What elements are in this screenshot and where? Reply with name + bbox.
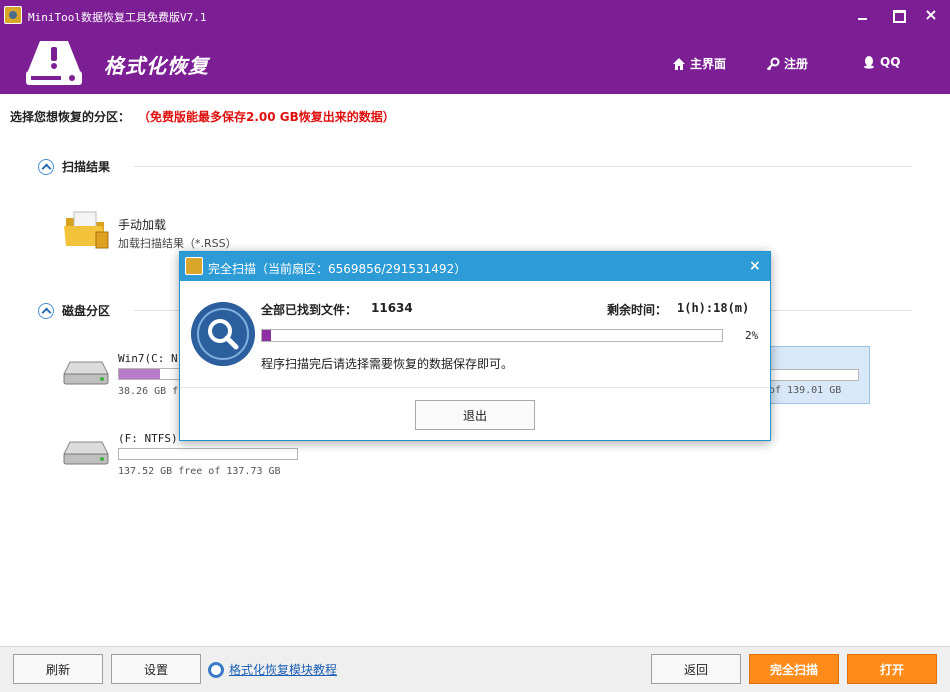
open-button[interactable]: 打开 bbox=[847, 654, 937, 684]
refresh-button[interactable]: 刷新 bbox=[13, 654, 103, 684]
manual-load-title: 手动加载 bbox=[118, 218, 167, 232]
partition-usage-fill bbox=[119, 369, 160, 379]
lifebuoy-icon bbox=[208, 661, 224, 678]
back-button[interactable]: 返回 bbox=[651, 654, 741, 684]
scan-results-heading: 扫描结果 bbox=[62, 160, 111, 174]
tutorial-link[interactable]: 格式化恢复模块教程 bbox=[229, 661, 337, 678]
nav-register[interactable]: 注册 bbox=[766, 55, 808, 72]
minimize-button[interactable] bbox=[856, 8, 870, 22]
partitions-header[interactable]: 磁盘分区 bbox=[38, 302, 110, 319]
qq-penguin-icon bbox=[864, 56, 874, 69]
page-title: 格式化恢复 bbox=[104, 54, 209, 78]
nav-qq-label: QQ bbox=[880, 55, 901, 69]
files-found-label: 全部已找到文件： bbox=[261, 303, 358, 317]
full-scan-button[interactable]: 完全扫描 bbox=[749, 654, 839, 684]
close-button[interactable]: × bbox=[924, 7, 938, 23]
scan-progress-percent: 2% bbox=[745, 329, 759, 342]
partition-usage-bar bbox=[118, 448, 298, 460]
scan-results-header[interactable]: 扫描结果 bbox=[38, 158, 110, 175]
partition-prompt: 选择您想恢复的分区： （免费版能最多保存2.00 GB恢复出来的数据） bbox=[10, 108, 395, 125]
time-remaining-label: 剩余时间： bbox=[607, 303, 668, 317]
dialog-divider bbox=[180, 387, 770, 388]
nav-qq[interactable]: QQ bbox=[862, 55, 900, 69]
partitions-heading: 磁盘分区 bbox=[62, 304, 111, 318]
prompt-label: 选择您想恢复的分区： bbox=[10, 110, 131, 124]
section-divider bbox=[134, 166, 912, 167]
full-scan-dialog: 完全扫描（当前扇区：6569856/291531492） × 全部已找到文件： … bbox=[179, 251, 771, 441]
collapse-icon[interactable] bbox=[38, 302, 54, 319]
drive-warning-icon bbox=[26, 41, 82, 85]
app-icon bbox=[4, 6, 22, 24]
window-title: MiniTool数据恢复工具免费版V7.1 bbox=[28, 11, 207, 24]
footer-toolbar: 刷新 设置 格式化恢复模块教程 返回 完全扫描 打开 bbox=[0, 646, 950, 692]
maximize-button[interactable] bbox=[891, 8, 906, 23]
files-found-count: 11634 bbox=[371, 301, 413, 315]
time-remaining-value: 1(h):18(m) bbox=[677, 301, 750, 315]
nav-register-label: 注册 bbox=[784, 57, 809, 71]
window-titlebar: MiniTool数据恢复工具免费版V7.1 × bbox=[0, 0, 950, 32]
dialog-close-button[interactable]: × bbox=[749, 258, 761, 274]
manual-load-subtitle: 加载扫描结果（*.RSS） bbox=[118, 237, 237, 250]
partition-size: 38.26 GB fr bbox=[118, 386, 185, 397]
dialog-message: 程序扫描完后请选择需要恢复的数据保存即可。 bbox=[261, 357, 514, 371]
hard-drive-icon bbox=[63, 361, 109, 385]
partition-name: Win7(C: N bbox=[118, 352, 178, 365]
nav-home-label: 主界面 bbox=[690, 57, 727, 71]
hard-drive-icon bbox=[63, 441, 109, 465]
collapse-icon[interactable] bbox=[38, 158, 54, 175]
nav-home[interactable]: 主界面 bbox=[672, 55, 726, 72]
settings-button[interactable]: 设置 bbox=[111, 654, 201, 684]
tutorial-link-group[interactable]: 格式化恢复模块教程 bbox=[208, 661, 337, 678]
partition-item-selected[interactable]: of 139.01 GB bbox=[760, 346, 870, 404]
partition-name: (F: NTFS) bbox=[118, 432, 178, 445]
free-limit-note: （免费版能最多保存2.00 GB恢复出来的数据） bbox=[144, 110, 395, 124]
partition-size: 137.52 GB free of 137.73 GB bbox=[118, 466, 281, 477]
dialog-titlebar: 完全扫描（当前扇区：6569856/291531492） × bbox=[180, 252, 770, 281]
scan-progress-fill bbox=[262, 330, 272, 341]
exit-button[interactable]: 退出 bbox=[415, 400, 535, 430]
dialog-title: 完全扫描（当前扇区：6569856/291531492） bbox=[208, 262, 467, 276]
home-icon bbox=[673, 57, 685, 70]
magnifier-icon bbox=[191, 302, 255, 366]
key-icon bbox=[766, 57, 780, 70]
app-header: 格式化恢复 主界面 注册 QQ bbox=[0, 32, 950, 94]
partition-usage-bar bbox=[767, 369, 859, 381]
app-icon bbox=[185, 257, 203, 275]
partition-size: of 139.01 GB bbox=[769, 385, 842, 396]
scan-progress-bar bbox=[261, 329, 723, 342]
folder-icon bbox=[64, 211, 109, 249]
